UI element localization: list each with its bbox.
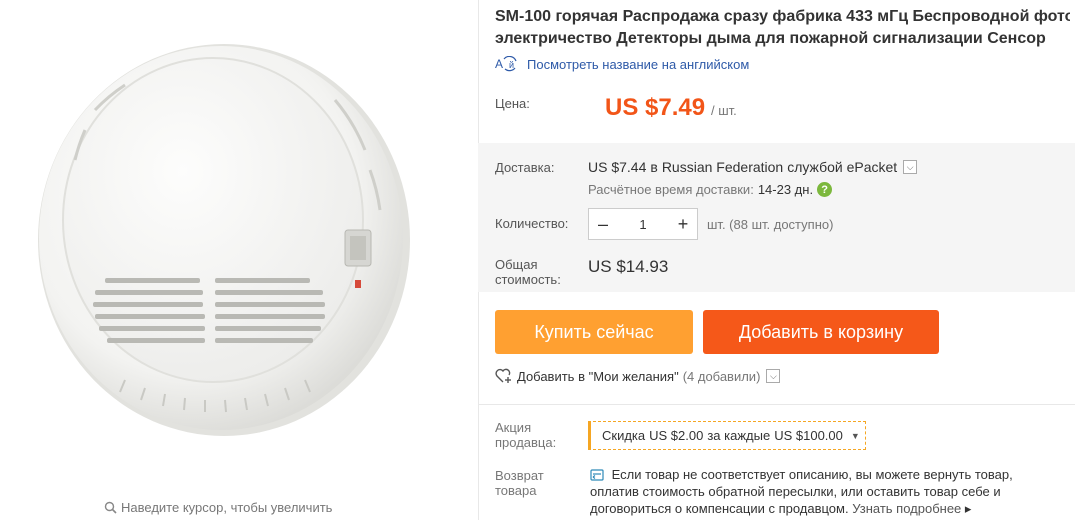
delivery-estimate: Расчётное время доставки: 14-23 дн. ? xyxy=(588,182,833,197)
promo-label-line2: продавца: xyxy=(495,435,557,450)
promo-prefix: Скидка xyxy=(602,428,646,443)
promo-label: Акция продавца: xyxy=(495,420,556,450)
product-title-line1: SM-100 горячая Распродажа сразу фабрика … xyxy=(495,8,1070,25)
total-label-line2: стоимость: xyxy=(495,272,561,287)
translate-link[interactable]: A й Посмотреть название на английском xyxy=(495,56,749,72)
quantity-available: шт. (88 шт. доступно) xyxy=(707,217,834,232)
promo-mid: за каждые xyxy=(707,428,771,443)
returns-policy: Если товар не соответствует описанию, вы… xyxy=(590,466,1060,517)
total-value: US $14.93 xyxy=(588,257,669,276)
chevron-down-icon[interactable]: ⌵ xyxy=(766,369,781,383)
quantity-decrease-button[interactable]: – xyxy=(589,209,617,239)
eta-days: 14-23 дн. xyxy=(757,182,814,197)
shipping-selector[interactable]: US $7.44 в Russian Federation службой eP… xyxy=(588,159,918,175)
quantity-stepper: – 1 + xyxy=(588,208,698,240)
price-value: US $7.49 xyxy=(605,94,706,121)
add-to-cart-button[interactable]: Добавить в корзину xyxy=(703,310,939,354)
svg-text:A: A xyxy=(495,57,503,71)
price-label: Цена: xyxy=(495,96,530,111)
svg-text:й: й xyxy=(509,60,514,70)
product-gallery: Наведите курсор, чтобы увеличить xyxy=(0,0,478,520)
quantity-label: Количество: xyxy=(495,216,569,231)
chevron-down-icon[interactable]: ⌵ xyxy=(903,160,918,174)
chevron-right-icon[interactable]: ▸ xyxy=(965,501,972,516)
wishlist-count: (4 добавили) xyxy=(682,368,761,384)
zoom-hint-text: Наведите курсор, чтобы увеличить xyxy=(121,500,333,515)
caret-down-icon: ▼ xyxy=(850,430,860,441)
magnifier-icon xyxy=(104,501,117,514)
heart-plus-icon xyxy=(495,368,511,383)
product-title-line2: электричество Детекторы дыма для пожарно… xyxy=(495,30,1046,47)
buy-now-button[interactable]: Купить сейчас xyxy=(495,310,693,354)
product-image[interactable] xyxy=(35,40,413,440)
returns-label-line2: товара xyxy=(495,483,537,498)
section-divider xyxy=(478,404,1075,405)
translate-icon: A й xyxy=(495,56,517,72)
product-title: SM-100 горячая Распродажа сразу фабрика … xyxy=(495,6,1070,50)
shipping-country: Russian Federation xyxy=(661,159,784,175)
seller-promo-dropdown[interactable]: Скидка US $2.00 за каждые US $100.00 ▼ xyxy=(588,421,866,450)
returns-label: Возврат товара xyxy=(495,468,544,498)
shipping-service: службой ePacket xyxy=(787,159,898,175)
zoom-hint: Наведите курсор, чтобы увеличить xyxy=(104,500,332,515)
total-label: Общая стоимость: xyxy=(495,257,561,287)
wishlist-link[interactable]: Добавить в "Мои желания" (4 добавили) ⌵ xyxy=(495,368,781,384)
price-row: Цена: US $7.49 / шт. xyxy=(495,92,1075,130)
promo-threshold: US $100.00 xyxy=(774,428,843,443)
returns-more-link[interactable]: Узнать подробнее xyxy=(852,501,961,516)
promo-label-line1: Акция xyxy=(495,420,532,435)
total-label-line1: Общая xyxy=(495,257,538,272)
shipping-in: в xyxy=(650,159,658,175)
help-icon[interactable]: ? xyxy=(817,182,833,197)
return-policy-icon xyxy=(590,469,604,481)
shipping-label: Доставка: xyxy=(495,160,555,175)
product-info: SM-100 горячая Распродажа сразу фабрика … xyxy=(478,0,1075,520)
shipping-cost: US $7.44 xyxy=(588,159,647,175)
purchase-options: Доставка: US $7.44 в Russian Federation … xyxy=(478,143,1075,292)
price-unit: / шт. xyxy=(711,103,737,118)
eta-label: Расчётное время доставки: xyxy=(588,182,754,197)
returns-label-line1: Возврат xyxy=(495,468,544,483)
quantity-input[interactable]: 1 xyxy=(617,217,669,232)
translate-link-text[interactable]: Посмотреть название на английском xyxy=(527,57,749,72)
wishlist-text[interactable]: Добавить в "Мои желания" xyxy=(517,369,679,384)
promo-amount: US $2.00 xyxy=(649,428,704,443)
quantity-increase-button[interactable]: + xyxy=(669,209,697,239)
